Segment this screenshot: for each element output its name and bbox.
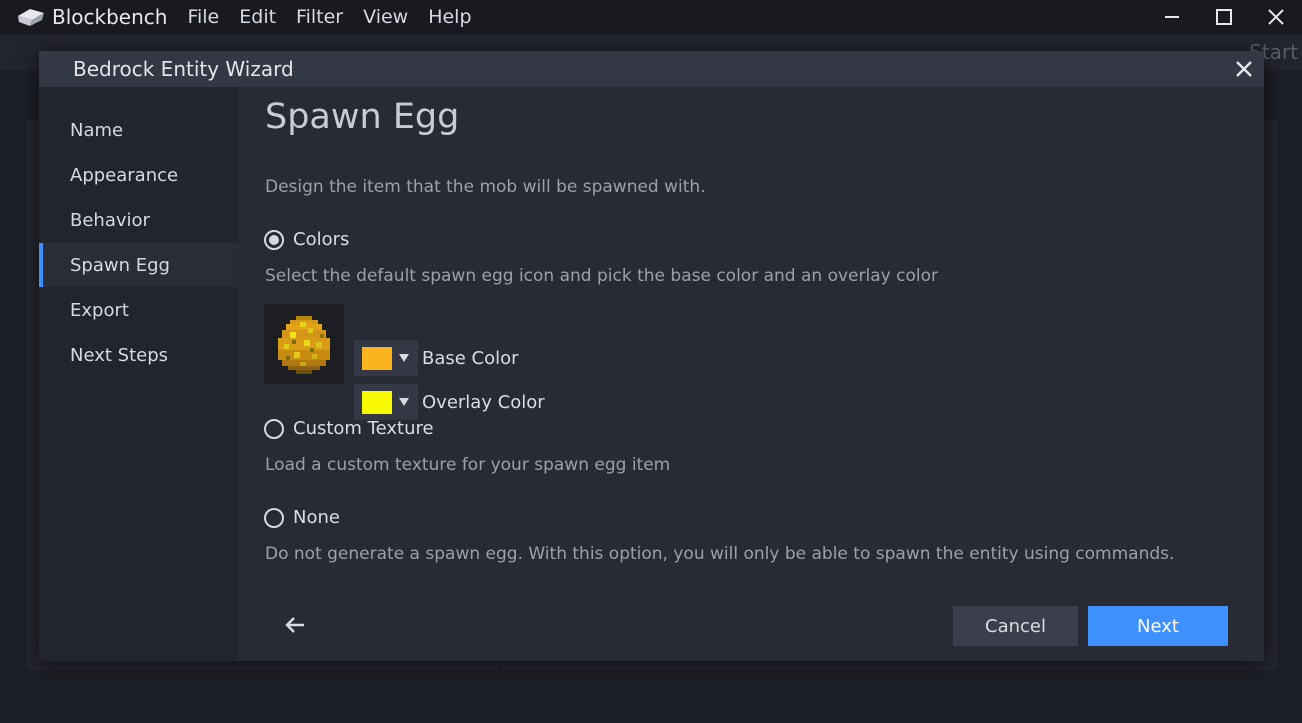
entity-wizard-dialog: Bedrock Entity Wizard Name Appearance Be… [39,51,1264,661]
overlay-color-swatch [362,390,392,414]
arrow-left-icon[interactable] [278,610,312,640]
wizard-sidebar: Name Appearance Behavior Spawn Egg Expor… [39,87,238,661]
window-close-icon[interactable] [1250,0,1302,34]
menu-file[interactable]: File [187,6,219,28]
sidebar-item-spawn-egg[interactable]: Spawn Egg [39,243,238,287]
sidebar-item-next-steps[interactable]: Next Steps [39,333,238,377]
window-controls [1146,0,1302,34]
option-none[interactable]: None [264,507,340,528]
option-custom-texture-label: Custom Texture [293,418,434,439]
menu-edit[interactable]: Edit [239,6,276,28]
option-custom-texture[interactable]: Custom Texture [264,418,434,439]
menu-help[interactable]: Help [428,6,471,28]
page-title: Spawn Egg [265,97,460,137]
maximize-icon[interactable] [1198,0,1250,34]
close-icon[interactable] [1230,55,1258,83]
radio-colors[interactable] [264,229,284,250]
chevron-down-icon [399,354,409,362]
radio-selected-dot [269,234,279,245]
option-custom-texture-description: Load a custom texture for your spawn egg… [265,455,671,475]
sidebar-item-export[interactable]: Export [39,288,238,332]
menu-view[interactable]: View [363,6,408,28]
base-color-picker[interactable] [354,340,418,376]
overlay-color-picker[interactable] [354,384,418,420]
base-color-label: Base Color [422,347,519,369]
base-color-row: Base Color [354,340,519,376]
app-name: Blockbench [52,5,168,29]
sidebar-item-name[interactable]: Name [39,108,238,152]
page-description: Design the item that the mob will be spa… [265,177,706,197]
radio-none[interactable] [264,507,284,528]
dialog-title: Bedrock Entity Wizard [73,57,294,81]
next-button[interactable]: Next [1088,606,1228,646]
spawn-egg-icon [264,304,344,384]
radio-custom-texture[interactable] [264,418,284,439]
menu-filter[interactable]: Filter [296,6,343,28]
wizard-content: Spawn Egg Design the item that the mob w… [238,87,1264,661]
option-none-description: Do not generate a spawn egg. With this o… [265,544,1175,564]
overlay-color-label: Overlay Color [422,391,545,413]
title-bar: Blockbench File Edit Filter View Help [0,0,1302,34]
cancel-button[interactable]: Cancel [953,606,1078,646]
overlay-color-row: Overlay Color [354,384,545,420]
sidebar-item-behavior[interactable]: Behavior [39,198,238,242]
option-none-label: None [293,507,340,528]
option-colors-description: Select the default spawn egg icon and pi… [265,266,938,286]
option-colors-label: Colors [293,229,350,250]
base-color-swatch [362,346,392,370]
option-colors[interactable]: Colors [264,229,349,250]
chevron-down-icon [399,398,409,406]
dialog-header: Bedrock Entity Wizard [39,51,1264,87]
minimize-icon[interactable] [1146,0,1198,34]
sidebar-item-appearance[interactable]: Appearance [39,153,238,197]
blockbench-logo-icon [16,7,46,27]
